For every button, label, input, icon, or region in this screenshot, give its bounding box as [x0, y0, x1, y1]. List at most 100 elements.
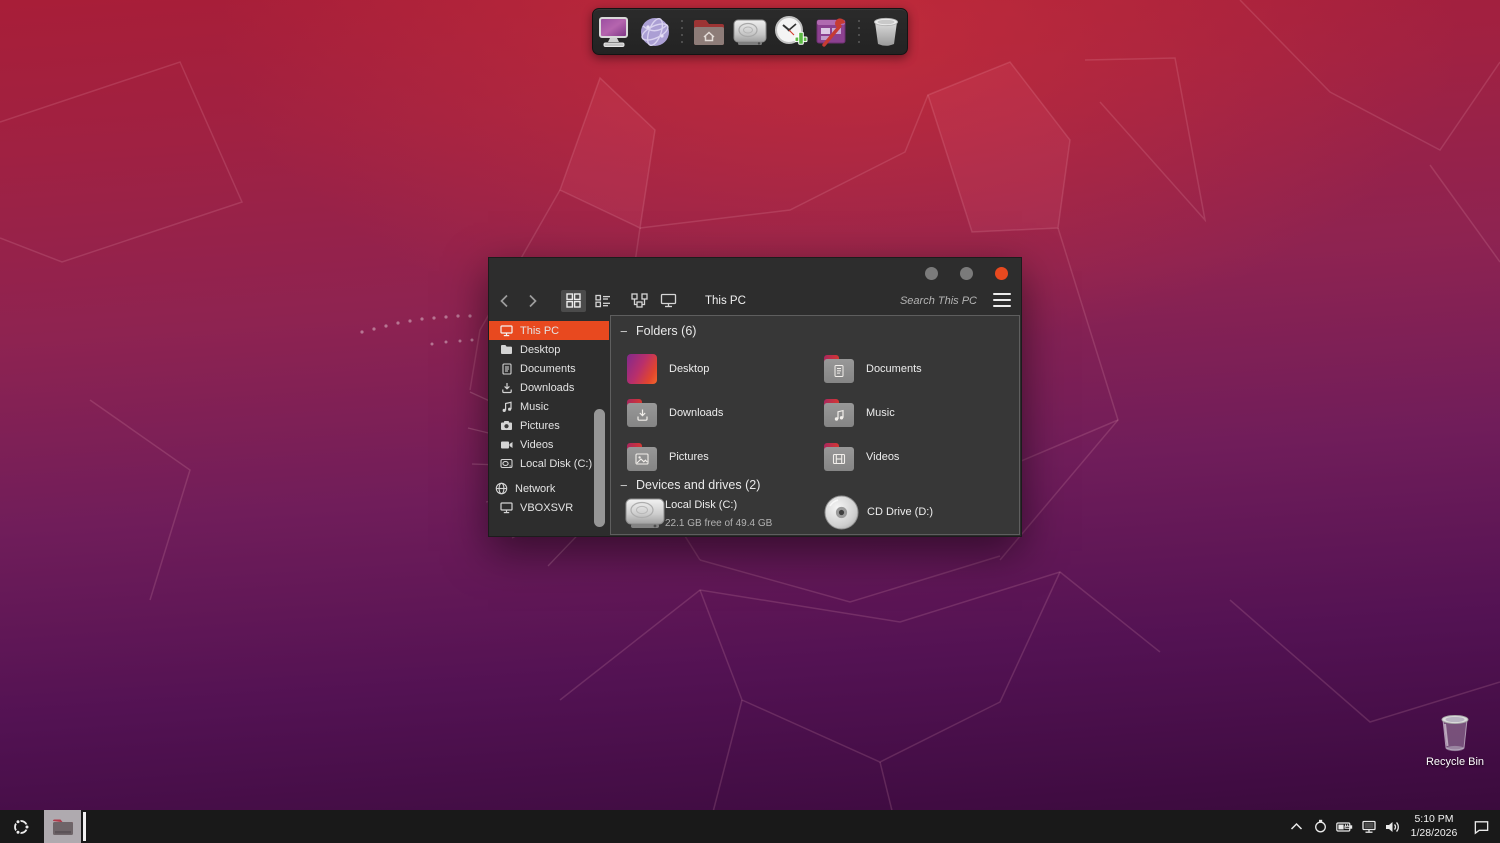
tile-label: Videos — [866, 451, 899, 463]
sidebar-item-label: This PC — [520, 325, 559, 337]
sidebar: This PC Desktop Documents Downloads — [489, 314, 609, 536]
sidebar-item-music[interactable]: Music — [489, 397, 609, 416]
tray-app-icon[interactable] — [1312, 818, 1329, 835]
globe-icon — [495, 482, 508, 495]
collapse-icon[interactable]: − — [620, 325, 628, 338]
back-button[interactable] — [497, 293, 511, 309]
drive-free-space: 22.1 GB free of 49.4 GB — [665, 518, 772, 529]
document-icon — [500, 362, 513, 375]
computer-icon[interactable] — [595, 12, 633, 52]
clock-time: 5:10 PM — [1408, 813, 1460, 827]
search-input[interactable] — [817, 291, 977, 310]
sidebar-item-videos[interactable]: Videos — [489, 435, 609, 454]
music-icon — [500, 400, 513, 413]
folder-icon — [500, 343, 513, 356]
tile-label: Desktop — [669, 363, 709, 375]
grid-view-icon — [566, 293, 581, 308]
menu-button[interactable] — [993, 293, 1011, 307]
sidebar-item-label: Videos — [520, 439, 553, 451]
video-icon — [500, 438, 513, 451]
hard-disk-icon — [624, 495, 666, 531]
folder-tile-documents[interactable]: Documents — [824, 355, 1021, 383]
devices-section: − Devices and drives (2) — [620, 478, 1013, 538]
folder-tile-desktop[interactable]: Desktop — [627, 354, 824, 384]
open-window-indicator — [83, 812, 86, 841]
dock-separator — [854, 15, 864, 49]
chevron-right-icon — [528, 294, 537, 308]
action-center-icon[interactable] — [1473, 818, 1490, 835]
trash-icon[interactable] — [867, 12, 905, 52]
battery-icon[interactable] — [1336, 818, 1353, 835]
section-header: Devices and drives (2) — [636, 478, 760, 492]
control-panel-icon[interactable] — [813, 12, 851, 52]
drive-label: CD Drive (D:) — [867, 506, 933, 518]
close-button[interactable] — [995, 267, 1008, 280]
folder-tile-music[interactable]: Music — [824, 399, 1021, 427]
disk-icon — [500, 457, 513, 470]
sidebar-item-this-pc[interactable]: This PC — [489, 321, 609, 340]
clock-new-task-icon[interactable] — [772, 12, 810, 52]
breadcrumb[interactable]: This PC — [705, 295, 746, 307]
folder-tile-downloads[interactable]: Downloads — [627, 399, 824, 427]
desktop-gradient-icon — [627, 354, 657, 384]
sidebar-item-label: Documents — [520, 363, 576, 375]
sidebar-item-local-disk[interactable]: Local Disk (C:) — [489, 454, 609, 473]
network-icon[interactable] — [1360, 818, 1377, 835]
folder-window-icon — [51, 817, 75, 837]
chevron-left-icon — [500, 294, 509, 308]
window-body: This PC Desktop Documents Downloads — [489, 314, 1021, 536]
folder-pictures-icon — [627, 443, 657, 471]
sidebar-item-network[interactable]: Network — [489, 479, 609, 498]
toolbar: This PC — [489, 287, 1021, 314]
sidebar-item-pictures[interactable]: Pictures — [489, 416, 609, 435]
folder-tile-videos[interactable]: Videos — [824, 443, 1021, 471]
home-folder-icon[interactable] — [690, 12, 728, 52]
folder-music-icon — [824, 399, 854, 427]
monitor-icon — [660, 293, 677, 308]
dock — [592, 8, 908, 55]
drive-label: Local Disk (C:) — [665, 499, 737, 511]
ubuntu-logo-icon — [12, 818, 30, 836]
cd-drive-icon — [823, 494, 860, 531]
computer-view-button[interactable] — [656, 290, 681, 312]
content-panel: − Folders (6) Desktop Documents — [610, 315, 1020, 535]
clock-date: 1/28/2026 — [1408, 827, 1460, 841]
section-header: Folders (6) — [636, 324, 696, 338]
tile-label: Downloads — [669, 407, 723, 419]
forward-button[interactable] — [525, 293, 539, 309]
chevron-up-icon[interactable] — [1288, 818, 1305, 835]
recycle-bin[interactable]: Recycle Bin — [1418, 710, 1492, 768]
dock-separator — [677, 15, 687, 49]
explorer-window: This PC This PC Desktop — [488, 257, 1022, 537]
sidebar-item-desktop[interactable]: Desktop — [489, 340, 609, 359]
maximize-button[interactable] — [960, 267, 973, 280]
folders-section: − Folders (6) Desktop Documents — [620, 324, 1013, 479]
tile-label: Pictures — [669, 451, 709, 463]
start-button[interactable] — [0, 810, 42, 843]
list-view-icon — [595, 294, 611, 308]
minimize-button[interactable] — [925, 267, 938, 280]
sidebar-item-vboxsvr[interactable]: VBOXSVR — [489, 498, 609, 517]
group-by-button[interactable] — [627, 290, 652, 312]
title-bar[interactable] — [489, 258, 1021, 287]
large-icons-view-button[interactable] — [561, 290, 586, 312]
tile-label: Music — [866, 407, 895, 419]
monitor-icon — [500, 324, 513, 337]
hard-disk-icon[interactable] — [731, 12, 769, 52]
camera-icon — [500, 419, 513, 432]
details-view-button[interactable] — [590, 290, 615, 312]
folder-tile-pictures[interactable]: Pictures — [627, 443, 824, 471]
folder-document-icon — [824, 355, 854, 383]
sidebar-scrollbar-thumb[interactable] — [594, 409, 605, 527]
sidebar-item-documents[interactable]: Documents — [489, 359, 609, 378]
taskbar: 5:10 PM 1/28/2026 — [0, 810, 1500, 843]
taskbar-clock[interactable]: 5:10 PM 1/28/2026 — [1408, 813, 1460, 840]
taskbar-item-explorer[interactable] — [44, 810, 81, 843]
volume-icon[interactable] — [1384, 818, 1401, 835]
network-globe-icon[interactable] — [636, 12, 674, 52]
system-tray: 5:10 PM 1/28/2026 — [1288, 810, 1490, 843]
collapse-icon[interactable]: − — [620, 479, 628, 492]
monitor-icon — [500, 501, 513, 514]
sidebar-item-downloads[interactable]: Downloads — [489, 378, 609, 397]
recycle-bin-icon — [1435, 710, 1475, 754]
